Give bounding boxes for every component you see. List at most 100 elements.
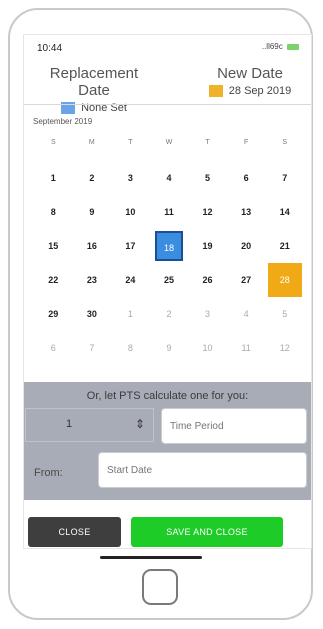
header-divider bbox=[24, 104, 311, 105]
calendar-day-number: 28 bbox=[267, 263, 302, 297]
calendar-day[interactable]: 6 bbox=[34, 331, 73, 365]
quantity-value: 1 bbox=[66, 418, 73, 430]
calendar-day-number: 11 bbox=[164, 207, 174, 217]
calendar-day-number: 23 bbox=[86, 275, 97, 285]
calendar-day[interactable]: 20 bbox=[227, 229, 266, 263]
calendar-day[interactable]: 3 bbox=[111, 161, 150, 195]
calendar-day-number: 20 bbox=[241, 241, 252, 251]
calendar-day-number: 6 bbox=[243, 173, 249, 183]
calculator-panel: Or, let PTS calculate one for you: 1 ⇕ F… bbox=[24, 382, 311, 500]
calendar-day-new-date[interactable]: 28 bbox=[265, 263, 304, 297]
close-button[interactable]: CLOSE bbox=[28, 517, 121, 547]
calendar-day-number: 15 bbox=[48, 241, 59, 251]
calendar-day[interactable]: 29 bbox=[34, 297, 73, 331]
calendar-day-number: 19 bbox=[202, 241, 213, 251]
calendar-day[interactable]: 9 bbox=[73, 195, 112, 229]
calendar-day-number: 22 bbox=[48, 275, 59, 285]
calendar-day-number: 1 bbox=[50, 173, 56, 183]
calendar-day[interactable]: 2 bbox=[73, 161, 112, 195]
calendar-day-number: 21 bbox=[279, 241, 290, 251]
time-period-input[interactable] bbox=[161, 408, 307, 444]
calendar-day-number: 18 bbox=[154, 231, 183, 261]
calendar-day[interactable]: 8 bbox=[111, 331, 150, 365]
start-date-input[interactable] bbox=[98, 452, 307, 488]
calendar-day[interactable]: 4 bbox=[227, 297, 266, 331]
calendar-day[interactable]: 5 bbox=[265, 297, 304, 331]
new-date-value-row: 28 Sep 2019 bbox=[200, 85, 300, 97]
calendar-weekday-row: SMTWTFS bbox=[34, 139, 304, 146]
calendar-day[interactable]: 25 bbox=[150, 263, 189, 297]
new-date: New Date 28 Sep 2019 bbox=[200, 65, 300, 97]
calendar-day[interactable]: 11 bbox=[150, 195, 189, 229]
calendar-day-number: 27 bbox=[241, 275, 252, 285]
calendar-day-number: 26 bbox=[202, 275, 213, 285]
calendar-day[interactable]: 27 bbox=[227, 263, 266, 297]
new-date-swatch bbox=[208, 85, 223, 97]
replacement-date: Replacement Date None Set bbox=[34, 65, 154, 114]
weekday-label: T bbox=[128, 139, 133, 146]
weekday-label: S bbox=[282, 139, 288, 146]
calendar-day[interactable]: 5 bbox=[188, 161, 227, 195]
calendar-day[interactable]: 14 bbox=[265, 195, 304, 229]
quantity-stepper[interactable]: 1 ⇕ bbox=[25, 408, 154, 442]
calendar-day[interactable]: 19 bbox=[188, 229, 227, 263]
new-date-title: New Date bbox=[217, 65, 283, 82]
calendar-day[interactable]: 3 bbox=[188, 297, 227, 331]
calendar-day-number: 8 bbox=[127, 343, 133, 353]
weekday-label: W bbox=[165, 139, 173, 146]
stepper-arrows-icon[interactable]: ⇕ bbox=[135, 417, 145, 431]
calendar-day-number: 4 bbox=[243, 309, 249, 319]
calendar-month-label: September 2019 bbox=[33, 117, 93, 126]
new-date-value: 28 Sep 2019 bbox=[228, 85, 292, 97]
calendar-day[interactable]: 10 bbox=[188, 331, 227, 365]
calendar-day-number: 13 bbox=[241, 207, 252, 217]
calendar-day-number: 1 bbox=[127, 309, 133, 319]
calendar-day[interactable]: 4 bbox=[150, 161, 189, 195]
calendar-day-number: 16 bbox=[86, 241, 97, 251]
calendar-day-number: 14 bbox=[279, 207, 290, 217]
calendar-day[interactable]: 11 bbox=[227, 331, 266, 365]
calendar-day[interactable]: 24 bbox=[111, 263, 150, 297]
calendar-day-number: 3 bbox=[127, 173, 133, 183]
calendar-day[interactable]: 23 bbox=[73, 263, 112, 297]
calendar-day[interactable]: 2 bbox=[150, 297, 189, 331]
calendar-day[interactable]: 21 bbox=[265, 229, 304, 263]
calendar-day[interactable]: 22 bbox=[34, 263, 73, 297]
weekday-label: M bbox=[88, 139, 95, 146]
calendar-day-number: 6 bbox=[50, 343, 56, 353]
calendar-day[interactable]: 9 bbox=[150, 331, 189, 365]
calendar-day[interactable]: 7 bbox=[73, 331, 112, 365]
calculator-heading: Or, let PTS calculate one for you: bbox=[86, 390, 249, 402]
calendar-day[interactable]: 30 bbox=[73, 297, 112, 331]
calendar-day-number: 5 bbox=[282, 309, 288, 319]
status-time: 10:44 bbox=[37, 43, 63, 54]
calendar-day-number: 25 bbox=[163, 275, 174, 285]
calendar-day[interactable]: 17 bbox=[111, 229, 150, 263]
calendar-day[interactable]: 12 bbox=[188, 195, 227, 229]
calendar-day[interactable]: 8 bbox=[34, 195, 73, 229]
calendar-day-number: 17 bbox=[125, 241, 136, 251]
calendar-day[interactable]: 10 bbox=[111, 195, 150, 229]
calendar-day[interactable]: 6 bbox=[227, 161, 266, 195]
calendar-day[interactable]: 26 bbox=[188, 263, 227, 297]
calendar-day[interactable]: 15 bbox=[34, 229, 73, 263]
battery-icon bbox=[287, 43, 299, 50]
calendar-day-number: 12 bbox=[279, 343, 290, 353]
status-bar: 10:44 ..ll69c bbox=[24, 35, 311, 55]
calendar-day-number: 7 bbox=[282, 173, 288, 183]
calendar-day-selected[interactable]: 18 bbox=[150, 229, 189, 263]
calendar-day-number: 12 bbox=[202, 207, 213, 217]
calendar-day[interactable]: 1 bbox=[34, 161, 73, 195]
calendar-day-number: 24 bbox=[125, 275, 136, 285]
calendar-day[interactable]: 1 bbox=[111, 297, 150, 331]
calendar-day[interactable]: 16 bbox=[73, 229, 112, 263]
save-and-close-button[interactable]: SAVE AND CLOSE bbox=[131, 517, 283, 547]
action-bar: CLOSE SAVE AND CLOSE bbox=[24, 500, 311, 548]
calendar-day[interactable]: 7 bbox=[265, 161, 304, 195]
calendar-day[interactable]: 13 bbox=[227, 195, 266, 229]
calendar-day[interactable]: 12 bbox=[265, 331, 304, 365]
calendar-day-number: 10 bbox=[125, 207, 136, 217]
signal-icon: ..ll69c bbox=[261, 42, 283, 51]
home-button[interactable] bbox=[142, 569, 178, 605]
calendar-day-number: 11 bbox=[241, 343, 251, 353]
